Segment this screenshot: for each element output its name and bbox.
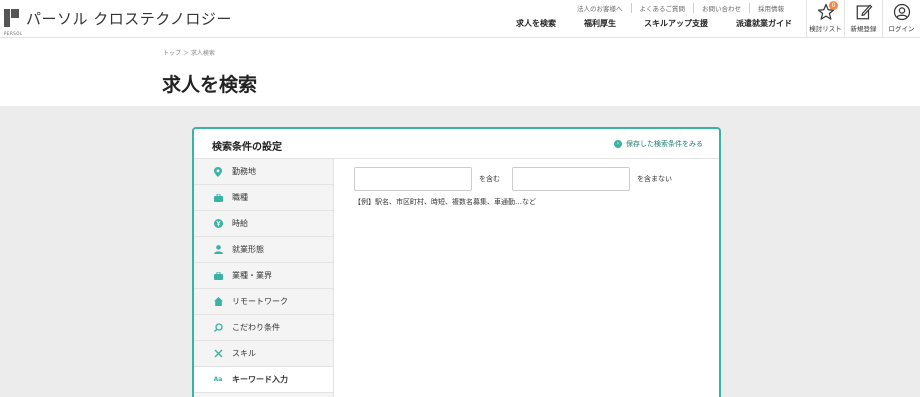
nav-skillup[interactable]: スキルアップ支援 xyxy=(644,18,708,29)
nav-dispatch-guide[interactable]: 派遣就業ガイド xyxy=(736,18,792,29)
nav-job-search[interactable]: 求人を検索 xyxy=(516,18,556,29)
sidebar-item-label: 就業形態 xyxy=(232,245,264,254)
sidebar-item-label: キーワード入力 xyxy=(232,375,288,384)
register-label: 新規登録 xyxy=(850,25,877,33)
person-icon xyxy=(212,245,224,254)
page-title-area: トップ ＞ 求人検索 求人を検索 xyxy=(0,38,920,106)
include-label: を含む xyxy=(479,175,500,183)
keyword-example-text: 【例】駅名、市区町村、時短、複数名募集、車通勤…など xyxy=(354,198,536,206)
user-circle-icon xyxy=(893,3,910,21)
keyword-row: を含む を含まない xyxy=(354,167,684,191)
login-button[interactable]: ログイン xyxy=(882,0,920,38)
aa-text-icon: Aa xyxy=(213,376,223,383)
sidebar-item-label: スキル xyxy=(232,349,256,358)
register-button[interactable]: 新規登録 xyxy=(844,0,882,38)
page-title: 求人を検索 xyxy=(162,74,258,96)
sidebar-item-label: 業種・業界 xyxy=(232,271,272,280)
utility-nav: 法人のお客様へ よくあるご質問 お問い合わせ 採用情報 xyxy=(569,3,792,13)
sidebar-item-label: こだわり条件 xyxy=(232,323,280,332)
persol-logo-mark: PERSOL xyxy=(4,8,22,36)
util-link-faq[interactable]: よくあるご質問 xyxy=(630,3,694,13)
favorites-label: 検討リスト xyxy=(809,25,842,33)
sidebar-item-industry[interactable]: 業種・業界 xyxy=(194,263,333,289)
util-link-corporate[interactable]: 法人のお客様へ xyxy=(569,3,631,13)
util-link-recruit[interactable]: 採用情報 xyxy=(749,3,792,13)
brand-name: パーソル クロステクノロジー xyxy=(26,10,232,28)
tools-icon xyxy=(212,349,224,358)
keyword-input-area: を含む を含まない 【例】駅名、市区町村、時短、複数名募集、車通勤…など xyxy=(354,167,684,207)
header-icon-group: 0 検討リスト 新規登録 ログイン xyxy=(806,0,920,38)
house-icon xyxy=(212,297,224,306)
exclude-label: を含まない xyxy=(637,175,672,183)
sidebar-item-label: 時給 xyxy=(232,219,248,228)
include-keyword-input[interactable] xyxy=(354,167,472,191)
site-header: PERSOL パーソル クロステクノロジー 法人のお客様へ よくあるご質問 お問… xyxy=(0,0,920,38)
panel-title: 検索条件の設定 xyxy=(212,142,282,153)
saved-conditions-link[interactable]: › 保存した検索条件をみる xyxy=(614,139,703,149)
favorites-count-badge: 0 xyxy=(829,1,838,10)
location-pin-icon xyxy=(212,166,224,177)
sidebar-item-occupation[interactable]: 職種 xyxy=(194,185,333,211)
saved-conditions-label: 保存した検索条件をみる xyxy=(626,140,703,148)
logo-sub-text: PERSOL xyxy=(4,30,23,36)
sidebar-item-employment-type[interactable]: 就業形態 xyxy=(194,237,333,263)
main-nav: 求人を検索 福利厚生 スキルアップ支援 派遣就業ガイド xyxy=(488,18,792,29)
sidebar-item-location[interactable]: 勤務地 xyxy=(194,159,333,185)
sidebar-item-hourly-wage[interactable]: 時給 xyxy=(194,211,333,237)
magnifier-icon xyxy=(212,323,224,332)
search-conditions-panel: 検索条件の設定 › 保存した検索条件をみる 勤務地 職種 時給 就業形態 業種・… xyxy=(192,127,721,397)
yen-coin-icon xyxy=(212,219,224,228)
sidebar-item-remote-work[interactable]: リモートワーク xyxy=(194,289,333,315)
nav-benefits[interactable]: 福利厚生 xyxy=(584,18,616,29)
panel-header: 検索条件の設定 › 保存した検索条件をみる xyxy=(194,129,719,159)
sidebar-item-label: リモートワーク xyxy=(232,297,288,306)
util-link-contact[interactable]: お問い合わせ xyxy=(693,3,749,13)
edit-icon xyxy=(856,4,872,20)
sidebar-item-label: 勤務地 xyxy=(232,167,256,176)
favorites-button[interactable]: 0 検討リスト xyxy=(806,0,844,38)
login-label: ログイン xyxy=(888,25,915,33)
arrow-right-circle-icon: › xyxy=(614,140,622,148)
sidebar-item-keyword[interactable]: Aa キーワード入力 xyxy=(194,367,333,393)
site-logo[interactable]: PERSOL パーソル クロステクノロジー xyxy=(4,8,232,36)
sidebar-item-preferences[interactable]: こだわり条件 xyxy=(194,315,333,341)
exclude-keyword-input[interactable] xyxy=(512,167,630,191)
condition-sidebar: 勤務地 職種 時給 就業形態 業種・業界 リモートワーク こだわり条件 スキル … xyxy=(194,159,334,397)
briefcase-icon xyxy=(212,193,224,202)
sidebar-item-label: 職種 xyxy=(232,193,248,202)
briefcase-icon xyxy=(212,271,224,280)
sidebar-item-skills[interactable]: スキル xyxy=(194,341,333,367)
breadcrumb[interactable]: トップ ＞ 求人検索 xyxy=(163,48,215,57)
